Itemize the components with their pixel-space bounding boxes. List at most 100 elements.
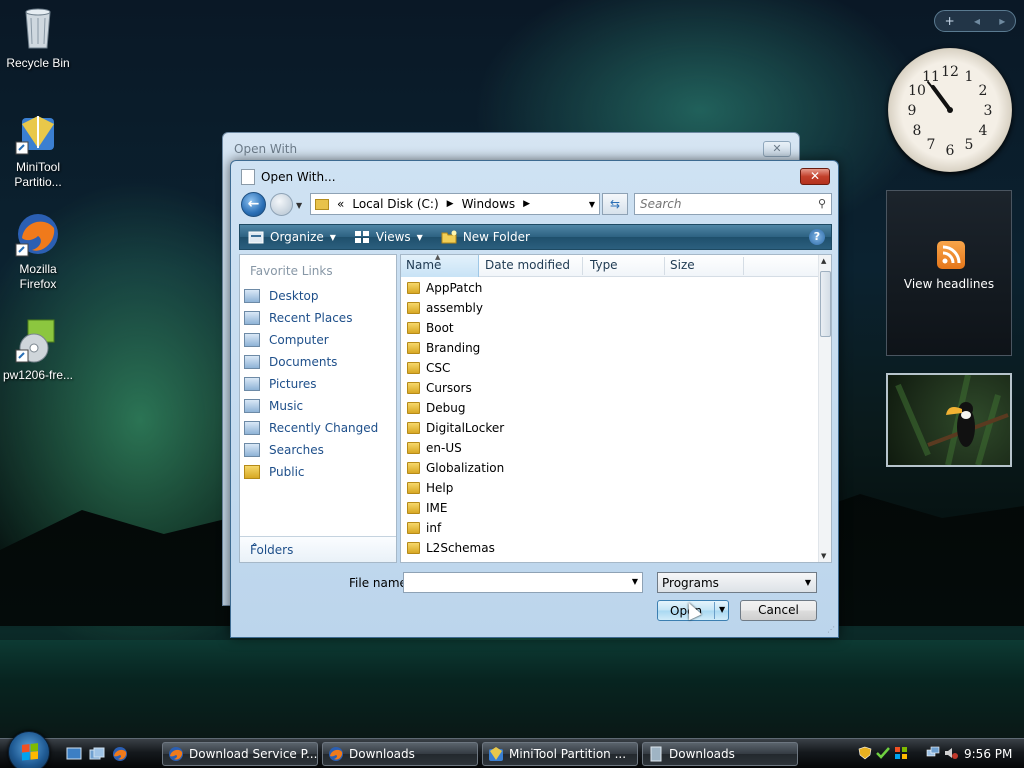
- sidebar-item-searches[interactable]: Searches: [244, 443, 324, 457]
- next-icon[interactable]: ▸: [999, 14, 1005, 28]
- firefox-quicklaunch-icon[interactable]: [112, 746, 128, 762]
- sidebar-item-desktop[interactable]: Desktop: [244, 289, 319, 303]
- recent-pages-dropdown[interactable]: ▼: [296, 201, 302, 210]
- file-type-select[interactable]: Programs ▼: [657, 572, 817, 593]
- sidebar-item-computer[interactable]: Computer: [244, 333, 329, 347]
- security-shield-icon[interactable]: [858, 746, 872, 760]
- scroll-down-icon[interactable]: ▼: [821, 552, 826, 560]
- column-divider[interactable]: [582, 257, 583, 275]
- sidebar-controls[interactable]: + ◂ ▸: [934, 10, 1016, 32]
- desktop-icon-pw1206[interactable]: pw1206-fre...: [0, 316, 76, 383]
- system-clock[interactable]: 9:56 PM: [964, 747, 1012, 761]
- close-button[interactable]: ✕: [763, 141, 791, 157]
- title-bar[interactable]: Open With... ✕: [231, 161, 838, 191]
- file-name-combobox[interactable]: ▼: [403, 572, 643, 593]
- switch-windows-icon[interactable]: [89, 747, 105, 761]
- desktop-icon-firefox[interactable]: Mozilla Firefox: [0, 210, 76, 292]
- breadcrumb-windows[interactable]: Windows: [462, 197, 516, 211]
- list-item[interactable]: CSC: [407, 358, 450, 378]
- forward-button[interactable]: [270, 193, 293, 216]
- desktop-icon-minitool[interactable]: MiniTool Partitio...: [0, 108, 76, 190]
- volume-muted-icon[interactable]: [944, 746, 958, 760]
- list-item[interactable]: AppPatch: [407, 278, 482, 298]
- resize-grip[interactable]: ⋰: [827, 625, 835, 634]
- clock-gadget[interactable]: 12 1 2 3 4 5 6 7 8 9 10 11: [888, 48, 1012, 172]
- sidebar-item-label: Recent Places: [269, 311, 353, 325]
- taskbar-button-download-service[interactable]: Download Service P...: [162, 742, 318, 766]
- scrollbar-thumb[interactable]: [820, 271, 831, 337]
- breadcrumb-local-disk[interactable]: Local Disk (C:): [352, 197, 438, 211]
- refresh-button[interactable]: ⇆: [602, 193, 628, 215]
- file-list[interactable]: ▲ Name Date modified Type Size AppPatch …: [400, 253, 832, 563]
- desktop-icon-recycle-bin[interactable]: Recycle Bin: [0, 4, 76, 71]
- search-box[interactable]: ⚲: [634, 193, 832, 215]
- list-item[interactable]: Boot: [407, 318, 454, 338]
- sidebar-item-pictures[interactable]: Pictures: [244, 377, 317, 391]
- windows-security-icon[interactable]: [876, 746, 890, 760]
- sidebar-item-recently-changed[interactable]: Recently Changed: [244, 421, 378, 435]
- desktop-icon: [244, 289, 260, 303]
- start-button[interactable]: [8, 731, 50, 768]
- column-header-name[interactable]: Name: [406, 258, 441, 272]
- organize-button[interactable]: Organize ▼: [248, 230, 336, 244]
- toucan-photo: [895, 375, 1009, 465]
- add-gadget-icon[interactable]: +: [945, 14, 955, 28]
- show-desktop-icon[interactable]: [66, 747, 82, 761]
- clock-number: 12: [941, 64, 959, 80]
- open-with-file-dialog[interactable]: Open With... ✕ ← ▼ « Local Disk (C:) ▶ W…: [230, 160, 839, 638]
- feed-headlines-gadget[interactable]: View headlines: [886, 190, 1012, 356]
- back-button[interactable]: ←: [241, 192, 266, 217]
- windows-flag-icon[interactable]: [894, 746, 908, 760]
- help-button[interactable]: ?: [809, 229, 825, 245]
- list-item[interactable]: Help: [407, 478, 453, 498]
- views-button[interactable]: Views ▼: [354, 230, 423, 244]
- column-header-type[interactable]: Type: [590, 258, 618, 272]
- breadcrumb-overflow[interactable]: «: [337, 197, 344, 211]
- column-divider[interactable]: [664, 257, 665, 275]
- file-name: DigitalLocker: [426, 421, 505, 435]
- open-options-dropdown-icon[interactable]: ▼: [719, 605, 725, 614]
- file-name-field[interactable]: [404, 573, 624, 592]
- list-item[interactable]: assembly: [407, 298, 483, 318]
- address-dropdown-icon[interactable]: ▼: [589, 200, 595, 209]
- search-icon[interactable]: ⚲: [818, 197, 826, 210]
- breadcrumb-separator[interactable]: ▶: [447, 199, 454, 209]
- chevron-down-icon[interactable]: ▼: [632, 577, 638, 586]
- column-header-date-modified[interactable]: Date modified: [485, 258, 570, 272]
- list-item[interactable]: Debug: [407, 398, 465, 418]
- feed-label[interactable]: View headlines: [887, 277, 1011, 291]
- background-lake: [0, 640, 1024, 740]
- slideshow-gadget[interactable]: [886, 373, 1012, 467]
- address-bar[interactable]: « Local Disk (C:) ▶ Windows ▶ ▼: [310, 193, 600, 215]
- list-item[interactable]: en-US: [407, 438, 462, 458]
- list-item[interactable]: inf: [407, 518, 441, 538]
- list-item[interactable]: IME: [407, 498, 447, 518]
- column-header-size[interactable]: Size: [670, 258, 695, 272]
- list-item[interactable]: Cursors: [407, 378, 472, 398]
- list-item[interactable]: Branding: [407, 338, 480, 358]
- list-item[interactable]: L2Schemas: [407, 538, 495, 558]
- clock-number: 9: [908, 103, 917, 119]
- clock-number: 1: [965, 69, 974, 85]
- network-icon[interactable]: [926, 746, 940, 760]
- breadcrumb-separator[interactable]: ▶: [523, 199, 530, 209]
- search-input[interactable]: [635, 194, 805, 214]
- list-item[interactable]: DigitalLocker: [407, 418, 504, 438]
- sidebar-item-documents[interactable]: Documents: [244, 355, 337, 369]
- close-button[interactable]: ✕: [800, 168, 830, 185]
- list-item[interactable]: Globalization: [407, 458, 504, 478]
- column-divider[interactable]: [743, 257, 744, 275]
- taskbar-button-downloads-folder[interactable]: Downloads: [642, 742, 798, 766]
- scroll-up-icon[interactable]: ▲: [821, 257, 826, 265]
- new-folder-button[interactable]: New Folder: [441, 230, 530, 244]
- folder-icon: [407, 402, 420, 414]
- taskbar-button-downloads-firefox[interactable]: Downloads: [322, 742, 478, 766]
- sidebar-item-public[interactable]: Public: [244, 465, 305, 479]
- folders-toggle[interactable]: Folders ⌃: [240, 536, 396, 562]
- vertical-scrollbar[interactable]: ▲ ▼: [818, 255, 831, 562]
- previous-icon[interactable]: ◂: [974, 14, 980, 28]
- sidebar-item-music[interactable]: Music: [244, 399, 303, 413]
- cancel-button[interactable]: Cancel: [740, 600, 817, 621]
- sidebar-item-recent-places[interactable]: Recent Places: [244, 311, 352, 325]
- taskbar-button-minitool[interactable]: MiniTool Partition ...: [482, 742, 638, 766]
